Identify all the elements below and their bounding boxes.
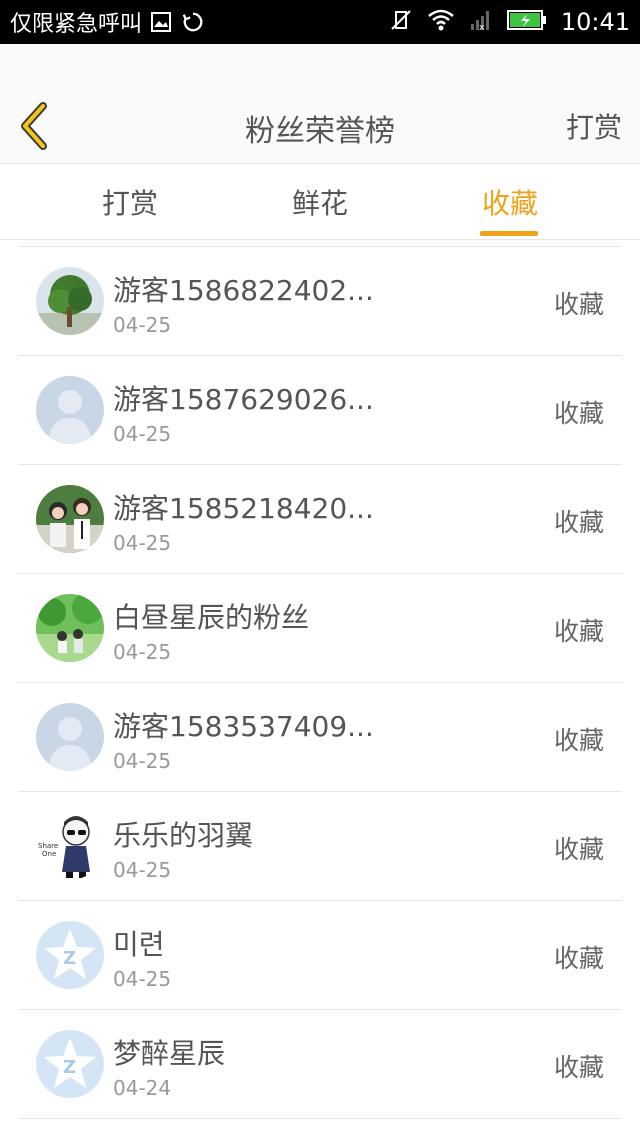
signal-icon: x	[469, 8, 493, 36]
carrier-text: 仅限紧急呼叫	[10, 12, 143, 37]
vibrate-off-icon	[389, 8, 413, 36]
title-bar: 粉丝荣誉榜 打赏	[0, 44, 640, 164]
fan-action-label: 收藏	[553, 617, 604, 646]
tab-label: 打赏	[101, 187, 158, 220]
tab-favorites[interactable]: 收藏	[440, 164, 580, 240]
fan-action-label: 收藏	[553, 1053, 604, 1082]
fan-action-label: 收藏	[553, 835, 604, 864]
fan-action-label: 收藏	[553, 726, 604, 755]
picture-icon	[150, 11, 172, 33]
svg-text:x: x	[479, 23, 485, 32]
page-title: 粉丝荣誉榜	[245, 114, 395, 149]
battery-icon	[506, 9, 547, 35]
list-item[interactable]: Z 梦醉星辰 04-24 收藏	[18, 1010, 622, 1119]
tab-reward[interactable]: 打赏	[60, 164, 200, 240]
fan-action-label: 收藏	[553, 944, 604, 973]
tab-flowers[interactable]: 鲜花	[250, 164, 390, 240]
svg-text:One: One	[42, 850, 56, 858]
fan-date: 04-25	[113, 640, 172, 664]
svg-text:Z: Z	[63, 1057, 76, 1078]
list-item[interactable]: Share One 乐乐的羽翼 04-25 收藏	[18, 792, 622, 901]
clock-time: 10:41	[560, 8, 630, 36]
fan-name: 游客1586822402...	[113, 274, 374, 307]
fan-date: 04-25	[113, 749, 172, 773]
default-user-avatar	[36, 703, 104, 771]
fan-name: 游客1587629026...	[113, 383, 374, 416]
fan-name: 白昼星辰的粉丝	[113, 601, 310, 634]
green-scene-avatar	[36, 594, 104, 662]
tree-photo-avatar	[36, 267, 104, 335]
fan-date: 04-25	[113, 858, 172, 882]
fan-name: 梦醉星辰	[113, 1037, 226, 1070]
list-item[interactable]: 游客1587629026... 04-25 收藏	[18, 356, 622, 465]
fan-date: 04-25	[113, 422, 172, 446]
list-item[interactable]: 游客1586822402... 04-25 收藏	[18, 247, 622, 356]
svg-text:Z: Z	[63, 948, 76, 969]
fan-date: 04-25	[113, 967, 172, 991]
tab-label: 收藏	[481, 187, 538, 220]
status-bar: 仅限紧急呼叫 x 10:41	[0, 0, 640, 44]
reward-button[interactable]: 打赏	[566, 106, 622, 146]
qq-star-avatar: Z	[36, 1030, 104, 1098]
list-item[interactable]: 游客1585218420... 04-25 收藏	[18, 465, 622, 574]
fan-action-label: 收藏	[553, 508, 604, 537]
fan-action-label: 收藏	[553, 290, 604, 319]
default-user-avatar	[36, 376, 104, 444]
fan-list: 游客1586822402... 04-25 收藏 游客1587629026...…	[18, 246, 622, 1119]
tab-label: 鲜花	[291, 187, 348, 220]
list-item[interactable]: 游客1583537409... 04-25 收藏	[18, 683, 622, 792]
couple-photo-avatar	[36, 485, 104, 553]
fan-action-label: 收藏	[553, 399, 604, 428]
fan-date: 04-25	[113, 313, 172, 337]
fan-name: 游客1585218420...	[113, 492, 374, 525]
fan-date: 04-25	[113, 531, 172, 555]
tab-bar: 打赏 鲜花 收藏	[0, 164, 640, 240]
list-item[interactable]: Z 미련 04-25 收藏	[18, 901, 622, 1010]
fan-name: 미련	[113, 928, 165, 961]
wifi-icon	[427, 8, 455, 36]
cartoon-boy-avatar: Share One	[36, 812, 104, 880]
svg-text:Share: Share	[38, 842, 58, 850]
fan-date: 04-24	[113, 1076, 172, 1100]
qq-star-avatar: Z	[36, 921, 104, 989]
status-icons: x 10:41	[389, 8, 630, 36]
sync-icon	[182, 11, 204, 33]
fan-name: 乐乐的羽翼	[113, 819, 254, 852]
active-tab-indicator	[480, 231, 538, 236]
fan-name: 游客1583537409...	[113, 710, 374, 743]
list-item[interactable]: 白昼星辰的粉丝 04-25 收藏	[18, 574, 622, 683]
